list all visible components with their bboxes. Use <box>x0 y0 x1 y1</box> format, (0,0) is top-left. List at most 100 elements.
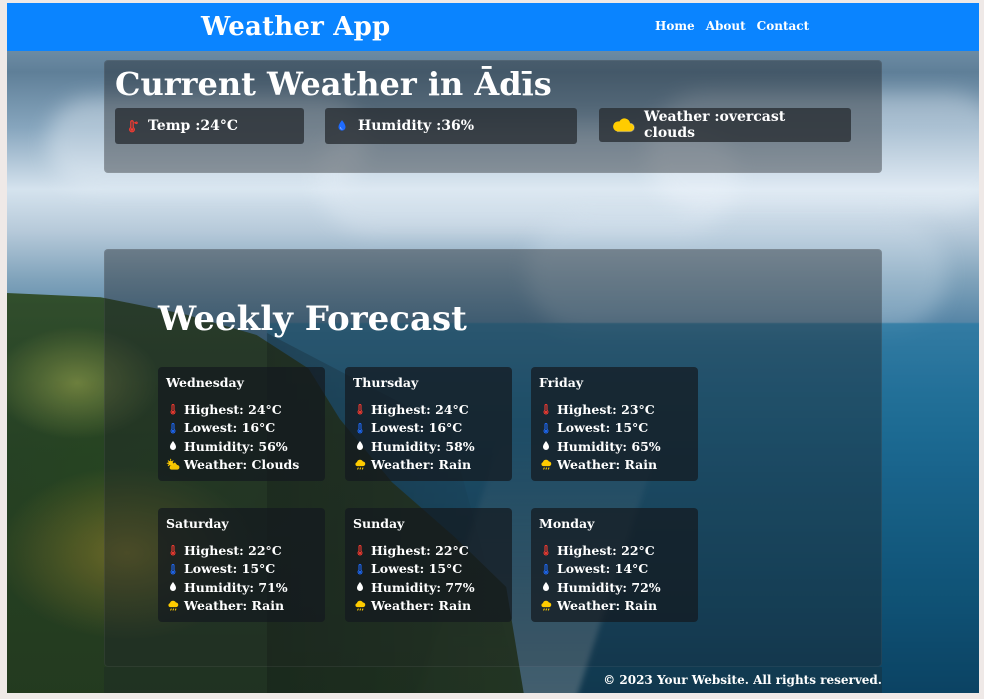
nav-link-contact[interactable]: Contact <box>757 19 809 33</box>
forecast-weather-line: Weather: Rain <box>353 597 504 616</box>
forecast-lowest-line: Lowest: 15°C <box>353 560 504 579</box>
forecast-humidity-line: Humidity: 71% <box>166 578 317 597</box>
forecast-lowest-text: Lowest: 16°C <box>371 420 463 436</box>
forecast-lowest-text: Lowest: 14°C <box>557 561 649 577</box>
forecast-weather-text: Weather: Rain <box>371 598 472 614</box>
forecast-weather-line: Weather: Rain <box>539 456 690 475</box>
thermometer-icon <box>539 421 553 435</box>
water-drop-icon <box>166 439 180 453</box>
forecast-humidity-text: Humidity: 72% <box>557 579 661 595</box>
thermometer-icon <box>353 421 367 435</box>
forecast-highest-text: Highest: 24°C <box>184 401 282 417</box>
thermometer-icon <box>539 402 553 416</box>
rain-cloud-icon <box>353 599 367 613</box>
forecast-highest-text: Highest: 22°C <box>184 542 282 558</box>
forecast-day: Wednesday <box>166 375 244 390</box>
brand-title: Weather App <box>201 12 391 42</box>
forecast-highest-line: Highest: 23°C <box>539 400 690 419</box>
forecast-card-wednesday: Wednesday Highest: 24°C Lowest: 16°C Hum… <box>158 367 325 481</box>
forecast-lowest-line: Lowest: 14°C <box>539 560 690 579</box>
nav-links: Home About Contact <box>655 19 809 33</box>
current-weather-panel: Current Weather in Ādīs Temp :24°C Humid… <box>104 60 882 173</box>
forecast-day: Sunday <box>353 516 405 531</box>
thermometer-icon <box>353 562 367 576</box>
water-drop-icon <box>166 580 180 594</box>
current-temp-text: Temp :24°C <box>148 118 238 134</box>
forecast-weather-text: Weather: Rain <box>557 457 658 473</box>
footer: © 2023 Your Website. All rights reserved… <box>104 667 882 693</box>
current-weather-text: Weather :overcast clouds <box>644 109 786 141</box>
thermometer-icon <box>166 543 180 557</box>
forecast-day: Thursday <box>353 375 419 390</box>
water-drop-icon <box>539 439 553 453</box>
forecast-highest-text: Highest: 22°C <box>557 542 655 558</box>
forecast-highest-line: Highest: 24°C <box>166 400 317 419</box>
water-drop-icon <box>353 580 367 594</box>
forecast-humidity-line: Humidity: 58% <box>353 437 504 456</box>
forecast-lowest-text: Lowest: 16°C <box>184 420 276 436</box>
current-temp-chip: Temp :24°C <box>115 108 304 144</box>
thermometer-icon <box>166 562 180 576</box>
forecast-humidity-line: Humidity: 56% <box>166 437 317 456</box>
forecast-highest-text: Highest: 23°C <box>557 401 655 417</box>
thermometer-icon <box>125 119 139 133</box>
water-drop-icon <box>353 439 367 453</box>
cloud-icon <box>609 118 635 133</box>
forecast-card-saturday: Saturday Highest: 22°C Lowest: 15°C Humi… <box>158 508 325 622</box>
forecast-lowest-line: Lowest: 15°C <box>166 560 317 579</box>
thermometer-icon <box>353 402 367 416</box>
forecast-lowest-text: Lowest: 15°C <box>557 420 649 436</box>
rain-cloud-icon <box>166 599 180 613</box>
weekly-forecast-title: Weekly Forecast <box>158 299 467 339</box>
forecast-weather-line: Weather: Rain <box>353 456 504 475</box>
weekly-forecast-panel: Weekly Forecast Wednesday Highest: 24°C … <box>104 249 882 667</box>
app-viewport: Weather App Home About Contact Current W… <box>7 3 979 693</box>
forecast-weather-text: Weather: Rain <box>371 457 472 473</box>
forecast-highest-line: Highest: 24°C <box>353 400 504 419</box>
forecast-weather-line: Weather: Rain <box>539 597 690 616</box>
forecast-day: Friday <box>539 375 584 390</box>
nav-link-about[interactable]: About <box>706 19 746 33</box>
nav-link-home[interactable]: Home <box>655 19 695 33</box>
rain-cloud-icon <box>539 458 553 472</box>
thermometer-icon <box>539 562 553 576</box>
forecast-humidity-text: Humidity: 56% <box>184 438 288 454</box>
forecast-weather-text: Weather: Rain <box>557 598 658 614</box>
forecast-highest-line: Highest: 22°C <box>353 541 504 560</box>
forecast-lowest-line: Lowest: 16°C <box>166 419 317 438</box>
forecast-humidity-text: Humidity: 71% <box>184 579 288 595</box>
forecast-highest-text: Highest: 24°C <box>371 401 469 417</box>
current-humidity-chip: Humidity :36% <box>325 108 577 144</box>
thermometer-icon <box>166 421 180 435</box>
water-drop-icon <box>335 119 349 133</box>
forecast-lowest-line: Lowest: 15°C <box>539 419 690 438</box>
partly-cloudy-icon <box>166 458 180 472</box>
top-navbar: Weather App Home About Contact <box>7 3 979 51</box>
forecast-card-monday: Monday Highest: 22°C Lowest: 14°C Humidi… <box>531 508 698 622</box>
forecast-weather-text: Weather: Rain <box>184 598 285 614</box>
forecast-card-friday: Friday Highest: 23°C Lowest: 15°C Humidi… <box>531 367 698 481</box>
thermometer-icon <box>539 543 553 557</box>
forecast-weather-text: Weather: Clouds <box>184 457 300 473</box>
thermometer-icon <box>166 402 180 416</box>
forecast-humidity-line: Humidity: 65% <box>539 437 690 456</box>
current-weather-chip: Weather :overcast clouds <box>599 108 851 142</box>
forecast-lowest-line: Lowest: 16°C <box>353 419 504 438</box>
forecast-card-sunday: Sunday Highest: 22°C Lowest: 15°C Humidi… <box>345 508 512 622</box>
thermometer-icon <box>353 543 367 557</box>
current-weather-title: Current Weather in Ādīs <box>115 65 552 103</box>
forecast-highest-line: Highest: 22°C <box>539 541 690 560</box>
forecast-day: Monday <box>539 516 595 531</box>
forecast-lowest-text: Lowest: 15°C <box>184 561 276 577</box>
footer-text: © 2023 Your Website. All rights reserved… <box>603 673 882 687</box>
forecast-humidity-text: Humidity: 58% <box>371 438 475 454</box>
forecast-humidity-text: Humidity: 65% <box>557 438 661 454</box>
forecast-humidity-line: Humidity: 77% <box>353 578 504 597</box>
water-drop-icon <box>539 580 553 594</box>
forecast-weather-line: Weather: Rain <box>166 597 317 616</box>
rain-cloud-icon <box>353 458 367 472</box>
forecast-humidity-text: Humidity: 77% <box>371 579 475 595</box>
forecast-day: Saturday <box>166 516 229 531</box>
current-humidity-text: Humidity :36% <box>358 118 475 134</box>
forecast-card-thursday: Thursday Highest: 24°C Lowest: 16°C Humi… <box>345 367 512 481</box>
